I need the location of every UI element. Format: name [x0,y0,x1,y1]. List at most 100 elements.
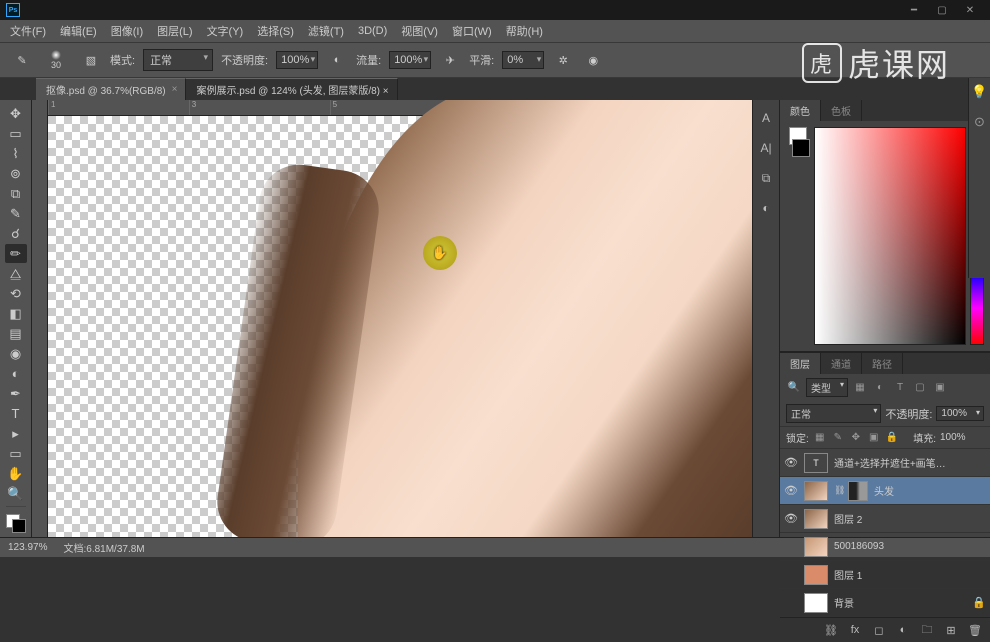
brush-panel-toggle-icon[interactable]: ▧ [80,49,102,71]
doc-info[interactable]: 文档:6.81M/37.8M [63,540,144,555]
layer-row[interactable]: 图层 1 [780,561,990,589]
stamp-tool[interactable]: ⧋ [5,264,27,283]
add-mask-icon[interactable]: ◻ [870,621,888,639]
airbrush-icon[interactable]: ✈ [439,49,461,71]
lock-transparent-icon[interactable]: ▦ [813,431,827,445]
new-layer-icon[interactable]: ⊞ [942,621,960,639]
size-pressure-icon[interactable]: ◉ [582,49,604,71]
canvas[interactable]: ✋ [48,116,752,537]
type-tool[interactable]: T [5,404,27,423]
mask-link-icon[interactable]: ⛓ [834,485,842,496]
color-swatches[interactable] [6,514,26,533]
filter-smart-icon[interactable]: ▣ [932,380,948,396]
blend-mode-dropdown[interactable]: 正常 [143,49,213,71]
filter-shape-icon[interactable]: ▢ [912,380,928,396]
zoom-tool[interactable]: 🔍 [5,484,27,503]
adjustment-layer-icon[interactable]: ◐ [894,621,912,639]
quick-select-tool[interactable]: ⊚ [5,164,27,183]
gradient-tool[interactable]: ▤ [5,324,27,343]
doc-tab-1-close-icon[interactable]: × [172,84,178,95]
lock-position-icon[interactable]: ✥ [849,431,863,445]
minimize-button[interactable]: ━ [900,5,928,16]
marquee-tool[interactable]: ▭ [5,124,27,143]
smooth-options-icon[interactable]: ✲ [552,49,574,71]
lock-all-icon[interactable]: 🔒 [885,431,899,445]
dock-cc-icon[interactable]: ⊙ [974,114,985,130]
group-icon[interactable]: 🗀 [918,621,936,639]
pen-tool[interactable]: ✒ [5,384,27,403]
menu-view[interactable]: 视图(V) [395,20,444,42]
menu-filter[interactable]: 滤镜(T) [302,20,350,42]
dock-adjustments-icon[interactable]: ◐ [756,198,776,218]
layer-opacity-input[interactable]: 100% [936,406,984,421]
opacity-input[interactable]: 100% [276,51,318,69]
swatches-tab[interactable]: 色板 [821,100,862,121]
channels-tab[interactable]: 通道 [821,353,862,374]
doc-tab-1[interactable]: 抠像.psd @ 36.7%(RGB/8) × [36,78,186,100]
layer-row[interactable]: 👁 图层 2 [780,505,990,533]
filter-adjust-icon[interactable]: ◐ [872,380,888,396]
layer-name[interactable]: 通道+选择并遮住+画笔… [834,455,986,470]
menu-file[interactable]: 文件(F) [4,20,52,42]
menu-edit[interactable]: 编辑(E) [54,20,103,42]
filter-pixel-icon[interactable]: ▦ [852,380,868,396]
shape-tool[interactable]: ▭ [5,444,27,463]
layer-blend-dropdown[interactable]: 正常 [786,404,881,423]
brush-tool[interactable]: ✏ [5,244,27,263]
layer-name[interactable]: 图层 1 [834,567,986,582]
dodge-tool[interactable]: ◐ [5,364,27,383]
dock-learn-icon[interactable]: 💡 [971,84,987,100]
dock-character-icon[interactable]: A [756,108,776,128]
maximize-button[interactable]: ▢ [928,5,956,16]
healing-tool[interactable]: ☌ [5,224,27,243]
bg-color-swatch[interactable] [792,139,810,157]
tool-preset-picker[interactable]: ✎ [12,50,32,70]
brush-preset-picker[interactable]: 30 [40,44,72,76]
layer-name[interactable]: 图层 2 [834,511,986,526]
layer-row[interactable]: 👁 ⛓ 头发 [780,477,990,505]
search-icon[interactable]: 🔍 [786,380,802,396]
menu-layer[interactable]: 图层(L) [151,20,198,42]
flow-input[interactable]: 100% [389,51,431,69]
close-button[interactable]: ✕ [956,5,984,16]
visibility-toggle-icon[interactable]: 👁 [784,484,798,497]
layer-row[interactable]: 👁 T 通道+选择并遮住+画笔… [780,449,990,477]
layer-name[interactable]: 头发 [874,483,986,498]
move-tool[interactable]: ✥ [5,104,27,123]
layer-name[interactable]: 背景 [834,595,966,610]
history-brush-tool[interactable]: ⟲ [5,284,27,303]
layers-tab[interactable]: 图层 [780,353,821,374]
menu-3d[interactable]: 3D(D) [352,22,393,40]
color-tab[interactable]: 颜色 [780,100,821,121]
menu-type[interactable]: 文字(Y) [201,20,250,42]
filter-type-icon[interactable]: T [892,380,908,396]
smooth-input[interactable]: 0% [502,51,544,69]
lock-artboard-icon[interactable]: ▣ [867,431,881,445]
crop-tool[interactable]: ⧉ [5,184,27,203]
paths-tab[interactable]: 路径 [862,353,903,374]
fill-input[interactable]: 100% [940,432,984,443]
layer-name[interactable]: 500186093 [834,541,986,552]
lock-image-icon[interactable]: ✎ [831,431,845,445]
menu-window[interactable]: 窗口(W) [446,20,498,42]
dock-paragraph-icon[interactable]: A| [756,138,776,158]
layer-mask-thumb[interactable] [848,481,868,501]
color-field[interactable] [814,127,966,345]
fx-icon[interactable]: fx [846,621,864,639]
opacity-pressure-icon[interactable]: ◐ [326,49,348,71]
eyedropper-tool[interactable]: ✎ [5,204,27,223]
doc-tab-2[interactable]: 案例展示.psd @ 124% (头发, 图层蒙版/8) × [186,78,397,100]
ruler-vertical[interactable] [32,100,48,537]
delete-layer-icon[interactable]: 🗑 [966,621,984,639]
link-layers-icon[interactable]: ⛓ [822,621,840,639]
layer-row[interactable]: 背景 🔒 [780,589,990,617]
visibility-toggle-icon[interactable]: 👁 [784,512,798,525]
dock-brush-icon[interactable]: ⧉ [756,168,776,188]
layer-filter-kind[interactable]: 类型 [806,378,848,397]
zoom-value[interactable]: 123.97% [8,542,47,553]
menu-help[interactable]: 帮助(H) [500,20,549,42]
hand-tool[interactable]: ✋ [5,464,27,483]
eraser-tool[interactable]: ◧ [5,304,27,323]
menu-image[interactable]: 图像(I) [105,20,149,42]
visibility-toggle-icon[interactable]: 👁 [784,456,798,469]
